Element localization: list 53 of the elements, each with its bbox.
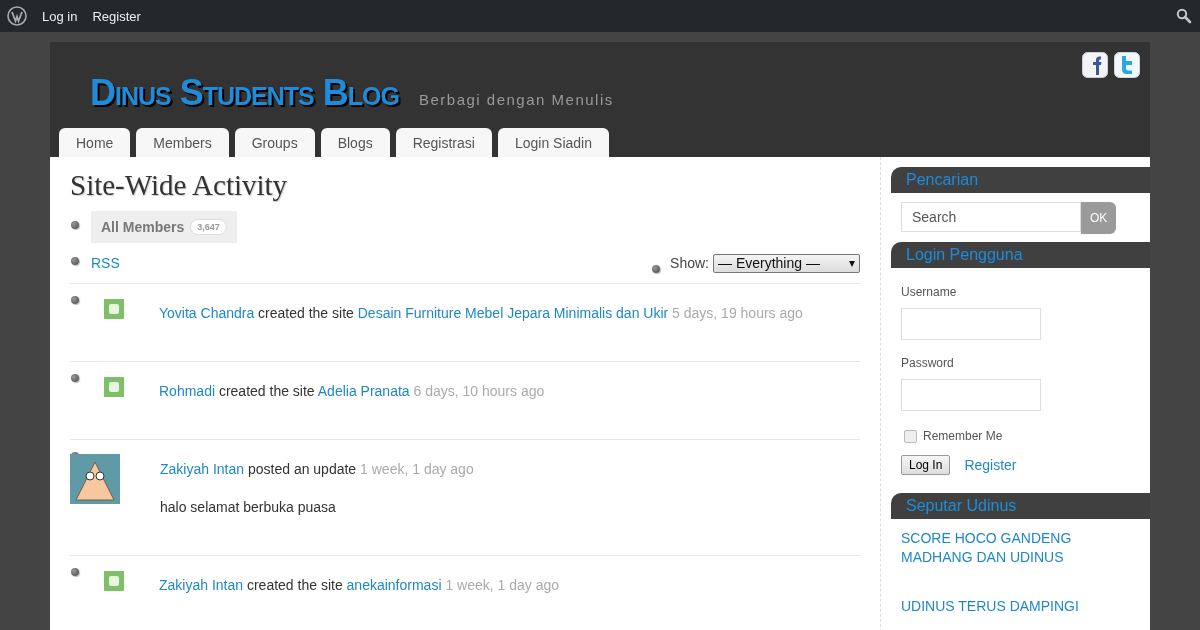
site-link[interactable]: Adelia Pranata	[317, 383, 410, 399]
site-tagline: Berbagi dengan Menulis	[418, 91, 614, 108]
news-link[interactable]: UDINUS TERUS DAMPINGI	[901, 597, 1101, 616]
bullet-icon	[652, 265, 661, 273]
filter-dropdown[interactable]: — Everything — ▾	[713, 253, 860, 273]
password-field[interactable]	[901, 379, 1041, 411]
rss-link[interactable]: RSS	[91, 255, 120, 271]
activity-text: Yovita Chandra created the site Desain Furniture Mebel Jepara Minimalis dan Ukir 5 days, 19 hours ago	[159, 305, 803, 321]
widget-header: Seputar Udinus	[891, 493, 1150, 519]
site-link[interactable]: Desain Furniture Mebel Jepara Minimalis dan Ukir	[357, 305, 669, 321]
remember-label: Remember Me	[923, 429, 1003, 443]
facebook-icon[interactable]	[1082, 52, 1108, 78]
nav-tab[interactable]: Groups	[234, 128, 315, 157]
search-icon[interactable]	[1176, 8, 1192, 24]
ok-button[interactable]: OK	[1081, 202, 1117, 234]
admin-bar-link[interactable]: Log in	[42, 8, 78, 24]
news-link[interactable]: SCORE HOCO GANDENG MADHANG DAN UDINUS	[901, 529, 1101, 567]
remember-checkbox[interactable]	[904, 429, 917, 443]
username-label: Username	[901, 285, 957, 299]
activity-text: Zakiyah Intan created the site anekainformasi 1 week, 1 day ago	[159, 577, 560, 593]
nav-tab[interactable]: Members	[136, 128, 229, 157]
widget-header: Pencarian	[891, 167, 1150, 193]
bullet-icon	[71, 221, 79, 229]
nav-tab[interactable]: Registrasi	[395, 128, 492, 157]
register-link[interactable]: Register	[964, 457, 1017, 473]
nav-tab[interactable]: Home	[59, 128, 131, 157]
username-field[interactable]	[901, 308, 1041, 340]
activity-text: Rohmadi created the site Adelia Pranata 6 days, 10 hours ago	[159, 383, 545, 399]
bullet-icon	[71, 374, 79, 382]
user-link[interactable]: Zakiyah Intan	[160, 461, 245, 477]
password-label: Password	[901, 356, 954, 370]
bullet-icon	[71, 296, 79, 304]
update-text: halo selamat berbuka puasa	[160, 499, 337, 515]
site-link[interactable]: anekainformasi	[346, 577, 442, 593]
wordpress-logo-icon[interactable]	[7, 6, 27, 26]
user-link[interactable]: Rohmadi	[159, 383, 216, 399]
filter-tab[interactable]: All Members 3,647	[91, 211, 237, 243]
nav-tab[interactable]: Blogs	[320, 128, 390, 157]
search-field[interactable]: Search	[901, 202, 1081, 232]
activity-text: Zakiyah Intan posted an update 1 week, 1 day ago	[160, 461, 474, 477]
bullet-icon	[71, 568, 79, 576]
page-title: Site-Wide Activity	[70, 169, 289, 202]
login-button[interactable]: Log In	[901, 455, 951, 475]
admin-bar-link[interactable]: Register	[92, 8, 141, 24]
site-title[interactable]: Dinus Students Blog	[90, 72, 399, 114]
show-label: Show:	[670, 255, 709, 271]
user-link[interactable]: Zakiyah Intan	[159, 577, 244, 593]
widget-header: Login Pengguna	[891, 242, 1150, 268]
twitter-icon[interactable]	[1114, 52, 1140, 78]
bullet-icon	[71, 257, 79, 265]
nav-tab[interactable]: Login Siadin	[497, 128, 609, 157]
avatar-icon[interactable]	[70, 454, 120, 504]
user-link[interactable]: Yovita Chandra	[159, 305, 255, 321]
